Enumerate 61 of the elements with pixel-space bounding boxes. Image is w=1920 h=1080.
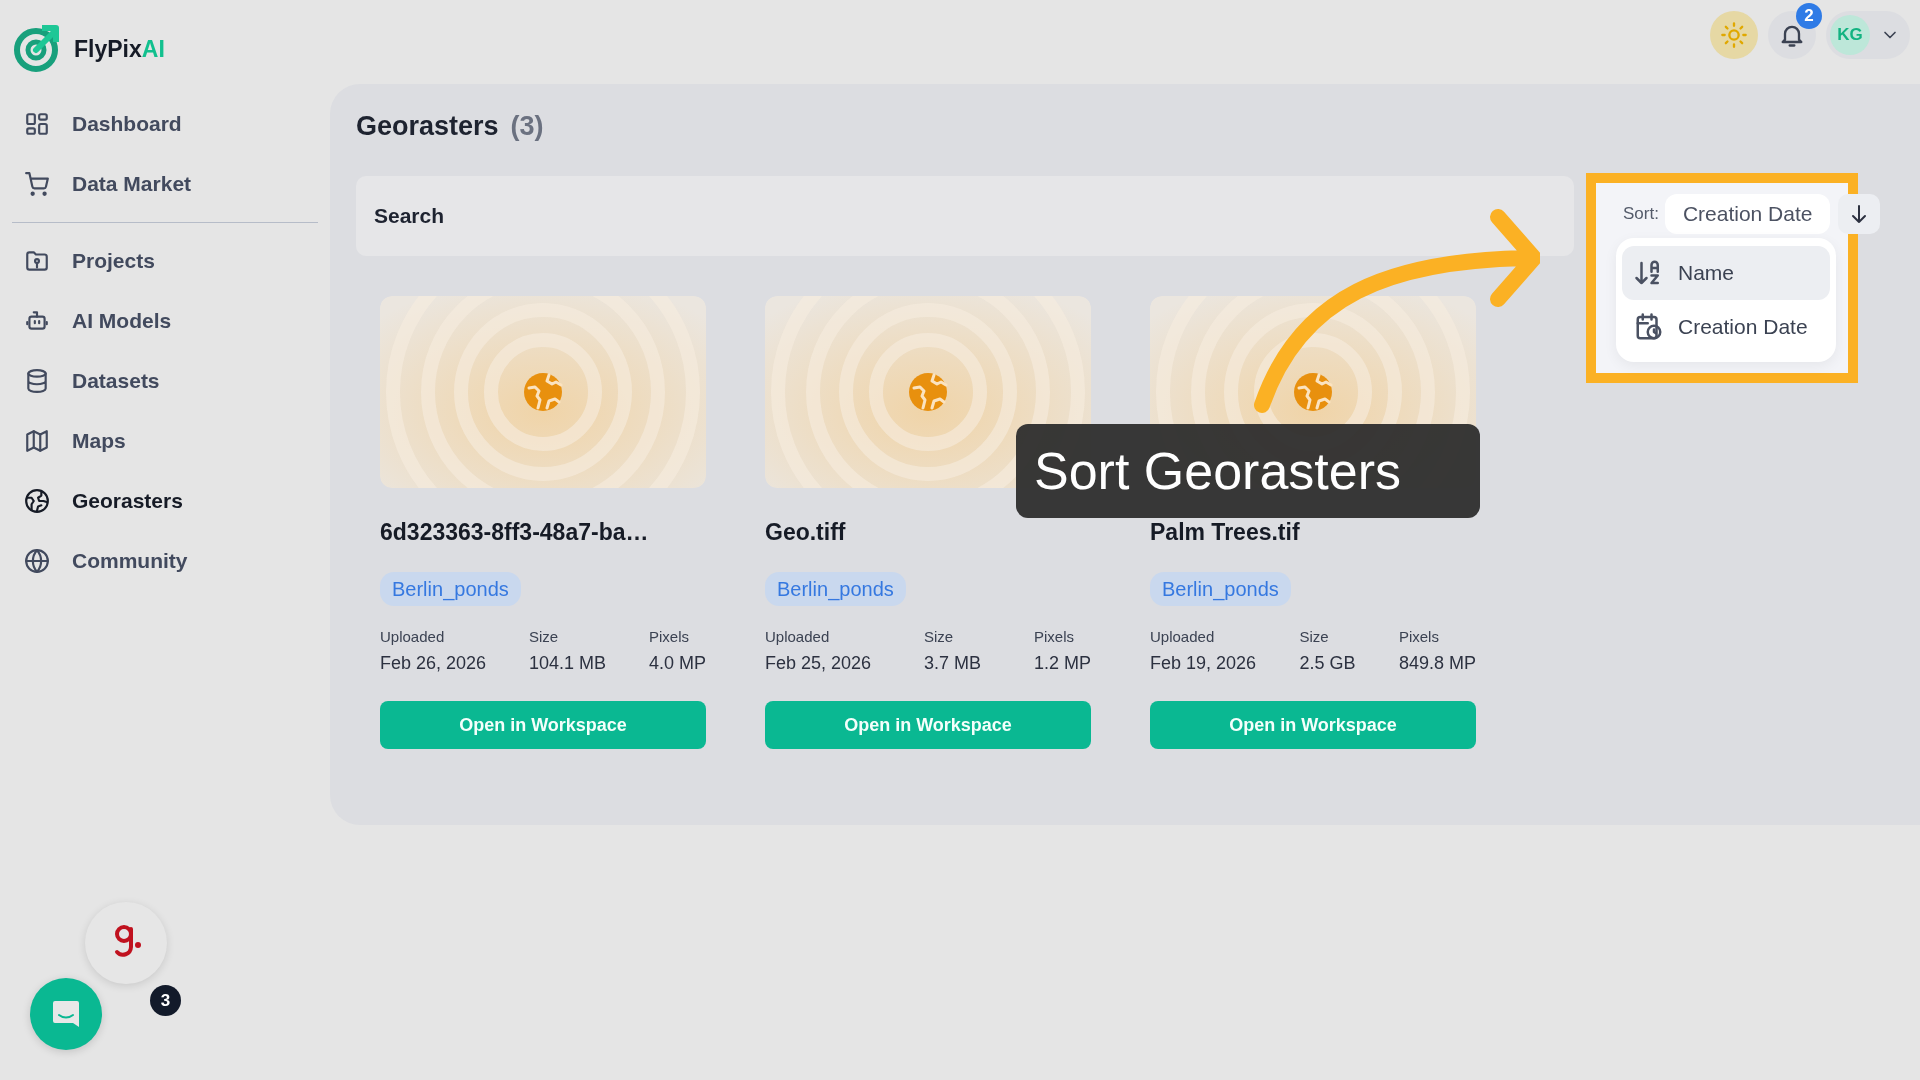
- item-count: (3): [510, 109, 544, 143]
- meta-label: Size: [1299, 626, 1330, 647]
- sidebar-item[interactable]: Data Market: [12, 154, 318, 214]
- file-name: Geo.tiff: [765, 518, 847, 547]
- project-tag: Berlin_ponds: [765, 571, 906, 606]
- meta-value: Feb 25, 2026: [765, 652, 872, 675]
- meta-label: Size: [529, 626, 560, 647]
- sidebar-item[interactable]: Georasters: [12, 471, 318, 531]
- notification-badge: 2: [1796, 3, 1822, 29]
- search-field[interactable]: Search: [356, 176, 1574, 256]
- meta-label: Pixels: [1398, 626, 1440, 647]
- dashboard-icon: [24, 111, 50, 137]
- calendar-clock-icon: [1634, 312, 1664, 342]
- sort-dropdown[interactable]: Creation Date: [1664, 194, 1831, 234]
- notifications-button[interactable]: [1768, 11, 1816, 59]
- sidebar-item[interactable]: Datasets: [12, 351, 318, 411]
- file-name: Palm Trees.tif: [1150, 518, 1301, 547]
- page-title: Georasters: [356, 109, 499, 143]
- sort-option[interactable]: Name: [1622, 246, 1830, 300]
- meta-value: 849.8 MP: [1398, 652, 1476, 675]
- globe-icon: [24, 548, 50, 574]
- meta-label: Uploaded: [380, 626, 446, 647]
- sort-direction-button[interactable]: [1838, 194, 1881, 234]
- meta-value: 2.5 GB: [1299, 652, 1356, 675]
- globe-icon: [908, 372, 948, 412]
- theme-toggle-button[interactable]: [1710, 11, 1758, 59]
- review-count-badge: 3: [150, 985, 181, 1016]
- meta-label: Pixels: [648, 626, 690, 647]
- sidebar-item[interactable]: Community: [12, 531, 318, 591]
- meta-value: 104.1 MB: [529, 652, 607, 675]
- sidebar-item[interactable]: Maps: [12, 411, 318, 471]
- meta-label: Size: [924, 626, 955, 647]
- logo-text: FlyPixAI: [74, 34, 165, 64]
- meta-value: 4.0 MP: [648, 652, 706, 675]
- database-icon: [24, 368, 50, 394]
- logo-icon: [12, 24, 62, 74]
- meta-value: Feb 26, 2026: [380, 652, 487, 675]
- sort-label: Sort:: [1623, 203, 1659, 226]
- project-tag: Berlin_ponds: [1150, 571, 1291, 606]
- sort-option[interactable]: Creation Date: [1622, 300, 1830, 354]
- meta-value: Feb 19, 2026: [1150, 652, 1257, 675]
- review-widget-button[interactable]: [85, 902, 167, 984]
- sidebar-item[interactable]: Projects: [12, 231, 318, 291]
- meta-label: Pixels: [1033, 626, 1075, 647]
- meta-value: 1.2 MP: [1033, 652, 1091, 675]
- file-name: 6d323363-8ff3-48a7-ba…: [380, 518, 650, 547]
- tooltip: Sort Georasters: [1016, 424, 1480, 518]
- sun-icon: [1720, 21, 1748, 49]
- project-tag: Berlin_ponds: [380, 571, 521, 606]
- cart-icon: [24, 171, 50, 197]
- meta-value: 3.7 MB: [924, 652, 982, 675]
- map-icon: [24, 428, 50, 454]
- meta-label: Uploaded: [765, 626, 831, 647]
- earth-icon: [24, 488, 50, 514]
- sidebar-item[interactable]: AI Models: [12, 291, 318, 351]
- folder-icon: [24, 248, 50, 274]
- globe-icon: [523, 372, 563, 412]
- globe-icon: [1293, 372, 1333, 412]
- meta-label: Uploaded: [1150, 626, 1216, 647]
- user-avatar: KG: [1830, 15, 1870, 55]
- sidebar-item[interactable]: Dashboard: [12, 94, 318, 154]
